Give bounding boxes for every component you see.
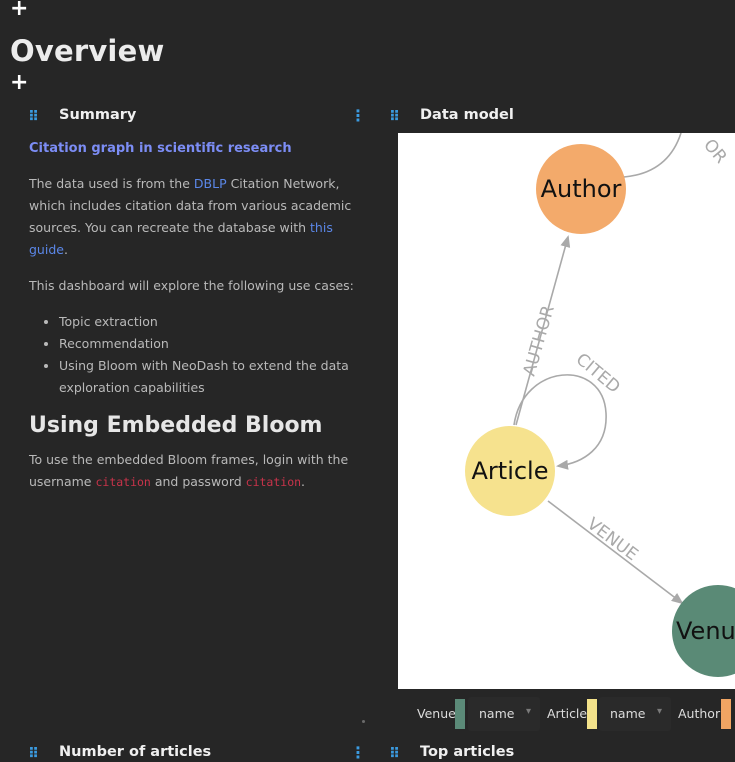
section-heading: Using Embedded Bloom (29, 413, 323, 438)
card-title: Summary (59, 107, 137, 123)
resize-handle[interactable] (362, 720, 365, 723)
card-title: Top articles (420, 744, 515, 760)
legend-label: Article (547, 706, 588, 721)
property-select-venue[interactable]: name ▾ (468, 697, 540, 731)
article-node-label: Article (472, 457, 549, 485)
drag-handle-icon[interactable]: ⠿ (28, 110, 39, 124)
chevron-down-icon[interactable]: ▾ (657, 706, 662, 717)
summary-subheading: Citation graph in scientific research (29, 141, 292, 156)
legend-label: Venue (417, 706, 456, 721)
edge-label-self-author: OR (699, 135, 731, 167)
edge-label-author: AUTHOR (520, 303, 559, 378)
summary-content: Citation graph in scientific research Th… (29, 138, 364, 507)
card-title: Data model (420, 107, 514, 123)
use-case-list: Topic extraction Recommendation Using Bl… (29, 311, 364, 399)
add-card-button[interactable]: + (10, 72, 28, 94)
author-self-loop-edge[interactable] (613, 133, 682, 183)
venue-node-label: Venue (676, 617, 735, 645)
more-options-icon[interactable]: ⋮ (350, 745, 366, 761)
legend-swatch-article (587, 699, 597, 729)
select-value: name (479, 706, 515, 721)
edge-label-venue: VENUE (583, 514, 642, 565)
author-node-label: Author (541, 175, 622, 203)
graph-svg[interactable]: OR AUTHOR CITED VENUE Author Article Ven… (398, 133, 735, 689)
graph-legend: Venue name ▾ Article name ▾ Author (0, 697, 735, 731)
summary-text: . (63, 242, 68, 257)
password-code: citation (245, 475, 302, 489)
chevron-down-icon[interactable]: ▾ (526, 706, 531, 717)
drag-handle-icon[interactable]: ⠿ (389, 747, 400, 761)
summary-text: and password (150, 474, 246, 489)
summary-paragraph: To use the embedded Bloom frames, login … (29, 449, 364, 493)
dblp-link[interactable]: DBLP (194, 176, 227, 191)
add-page-button[interactable]: + (10, 0, 28, 20)
summary-text: The data used is from the (29, 176, 194, 191)
list-item: Topic extraction (59, 311, 364, 333)
username-code: citation (95, 475, 151, 489)
list-item: Recommendation (59, 333, 364, 355)
edge-label-cited: CITED (572, 350, 624, 398)
card-title: Number of articles (59, 744, 212, 760)
summary-paragraph: The data used is from the DBLP Citation … (29, 173, 364, 261)
drag-handle-icon[interactable]: ⠿ (389, 110, 400, 124)
legend-swatch-author (721, 699, 731, 729)
summary-text: . (301, 474, 306, 489)
list-item: Using Bloom with NeoDash to extend the d… (59, 355, 364, 399)
legend-label: Author (678, 706, 721, 721)
summary-paragraph: This dashboard will explore the followin… (29, 278, 354, 293)
more-options-icon[interactable]: ⋮ (350, 108, 366, 124)
select-value: name (610, 706, 646, 721)
legend-swatch-venue (455, 699, 465, 729)
drag-handle-icon[interactable]: ⠿ (28, 747, 39, 761)
graph-canvas[interactable]: OR AUTHOR CITED VENUE Author Article Ven… (398, 133, 735, 689)
page-title[interactable]: Overview (10, 34, 164, 68)
property-select-article[interactable]: name ▾ (599, 697, 671, 731)
